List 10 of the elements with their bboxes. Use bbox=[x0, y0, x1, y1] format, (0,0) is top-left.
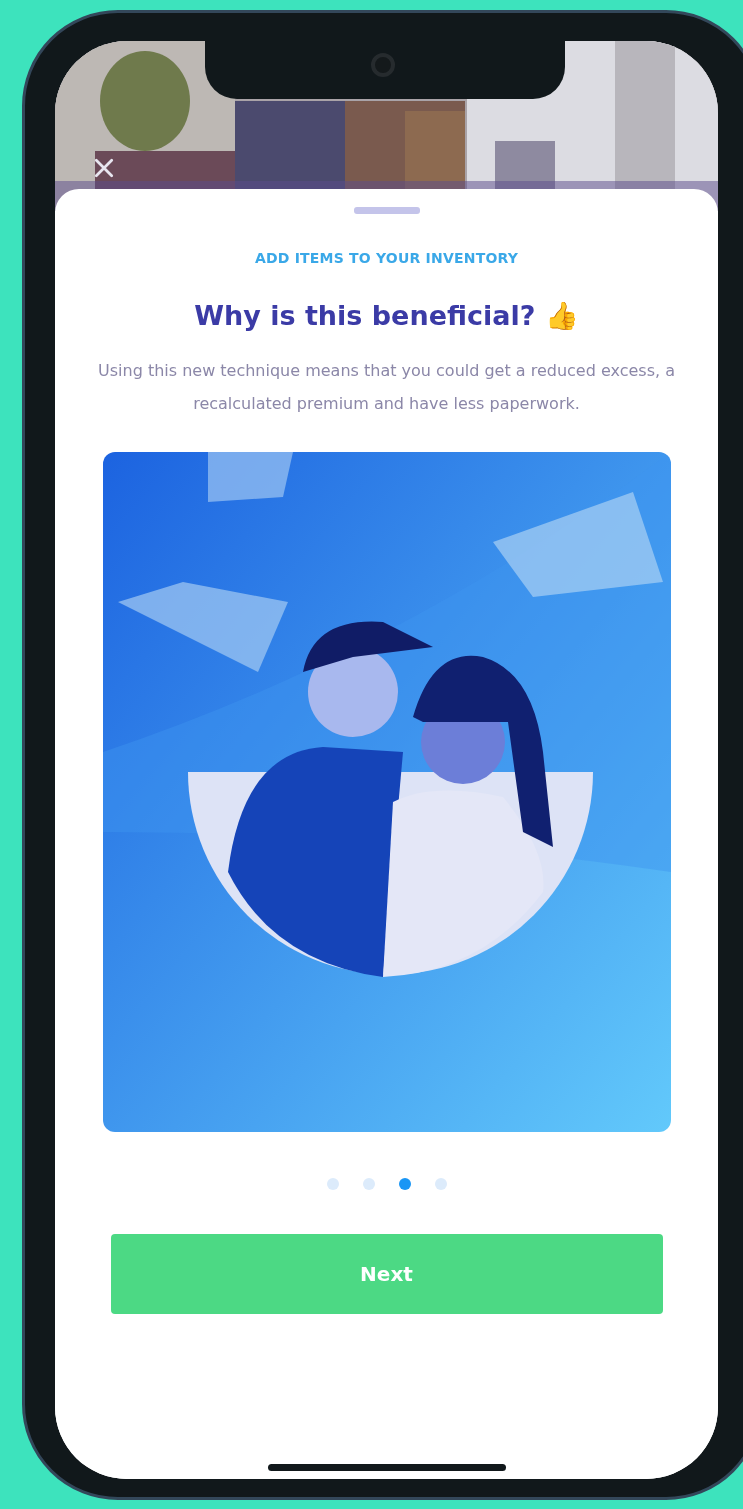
section-label: ADD ITEMS TO YOUR INVENTORY bbox=[254, 250, 519, 266]
page-indicator-dot[interactable] bbox=[326, 1178, 339, 1190]
close-icon[interactable] bbox=[93, 157, 115, 179]
heading: Why is this beneficial? 👍 bbox=[194, 300, 579, 332]
description: Using this new technique means that you could get a reduced excess, a recalculated premium and have less paperwork. bbox=[97, 360, 676, 415]
page-indicator-dot[interactable] bbox=[434, 1178, 447, 1190]
page-indicator-dot[interactable] bbox=[362, 1178, 375, 1190]
drag-handle[interactable] bbox=[353, 207, 420, 214]
next-button[interactable]: Next bbox=[110, 1234, 663, 1314]
page-indicator-dot[interactable] bbox=[398, 1178, 411, 1190]
